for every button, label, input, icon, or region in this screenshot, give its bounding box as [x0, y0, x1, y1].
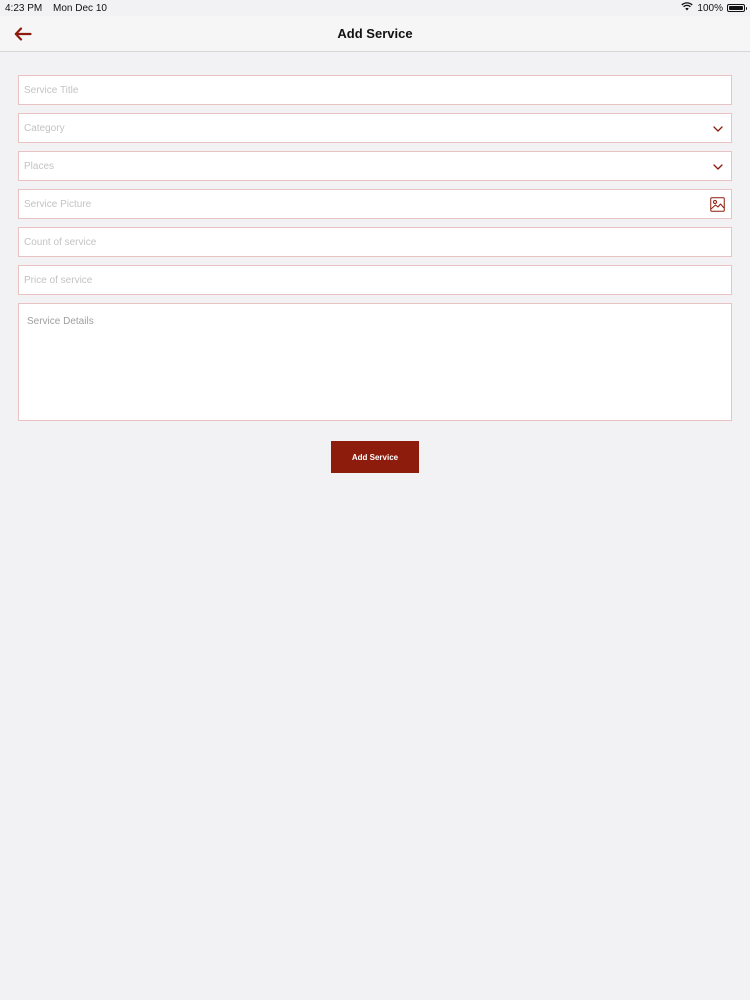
battery-percent: 100%: [697, 2, 723, 14]
status-time: 4:23 PM: [5, 3, 43, 14]
category-select[interactable]: [19, 114, 731, 142]
page-title: Add Service: [337, 26, 413, 41]
price-field: [18, 265, 732, 295]
wifi-icon: [681, 2, 694, 14]
service-details-input[interactable]: [19, 304, 731, 420]
service-details-field: [18, 303, 732, 421]
category-field: [18, 113, 732, 143]
battery-icon: [727, 4, 747, 12]
add-service-button[interactable]: Add Service: [331, 441, 419, 473]
count-input[interactable]: [19, 228, 731, 256]
add-service-form: [18, 75, 732, 421]
service-picture-input[interactable]: [19, 190, 731, 218]
service-title-input[interactable]: [19, 76, 731, 104]
count-field: [18, 227, 732, 257]
chevron-down-icon[interactable]: [710, 159, 725, 174]
status-left: 4:23 PM Mon Dec 10: [5, 3, 115, 14]
status-bar: 4:23 PM Mon Dec 10 100%: [0, 0, 750, 16]
navigation-bar: Add Service: [0, 16, 750, 52]
status-date: Mon Dec 10: [53, 3, 107, 14]
places-select[interactable]: [19, 152, 731, 180]
places-field: [18, 151, 732, 181]
service-picture-field: [18, 189, 732, 219]
image-icon[interactable]: [710, 197, 725, 212]
service-title-field: [18, 75, 732, 105]
price-input[interactable]: [19, 266, 731, 294]
battery-level: [729, 6, 743, 10]
chevron-down-icon[interactable]: [710, 121, 725, 136]
status-right: 100%: [681, 2, 747, 14]
